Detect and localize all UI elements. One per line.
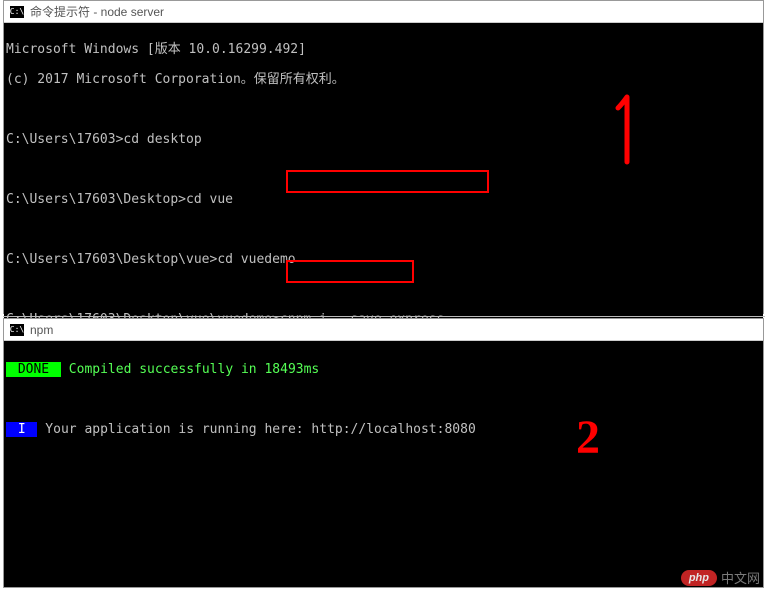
window-separator bbox=[3, 316, 765, 317]
term-line: I Your application is running here: http… bbox=[6, 422, 761, 437]
term-line: C:\Users\17603>cd desktop bbox=[6, 132, 761, 147]
window-title-1: 命令提示符 - node server bbox=[30, 3, 164, 20]
command: cd vuedemo bbox=[217, 252, 295, 267]
titlebar-2[interactable]: C:\ npm bbox=[4, 319, 763, 341]
term-line bbox=[6, 282, 761, 297]
cmd-icon: C:\ bbox=[10, 324, 24, 336]
terminal-output-2[interactable]: DONE Compiled successfully in 18493ms I … bbox=[4, 341, 763, 471]
php-logo: php bbox=[681, 570, 717, 586]
term-line bbox=[6, 102, 761, 117]
cmd-icon: C:\ bbox=[10, 6, 24, 18]
prompt: C:\Users\17603\Desktop> bbox=[6, 192, 186, 207]
term-line: Microsoft Windows [版本 10.0.16299.492] bbox=[6, 42, 761, 57]
done-badge: DONE bbox=[6, 362, 61, 377]
info-msg: Your application is running here: http:/… bbox=[37, 422, 475, 437]
terminal-window-2: C:\ npm DONE Compiled successfully in 18… bbox=[3, 318, 764, 588]
window-title-2: npm bbox=[30, 323, 53, 337]
term-line bbox=[6, 162, 761, 177]
term-line: (c) 2017 Microsoft Corporation。保留所有权利。 bbox=[6, 72, 761, 87]
terminal-window-1: C:\ 命令提示符 - node server Microsoft Window… bbox=[3, 0, 764, 314]
titlebar-1[interactable]: C:\ 命令提示符 - node server bbox=[4, 1, 763, 23]
command: cd desktop bbox=[123, 132, 201, 147]
info-badge: I bbox=[6, 422, 37, 437]
prompt: C:\Users\17603> bbox=[6, 132, 123, 147]
term-line: C:\Users\17603\Desktop\vue>cd vuedemo bbox=[6, 252, 761, 267]
done-msg: Compiled successfully in 18493ms bbox=[61, 362, 319, 377]
prompt: C:\Users\17603\Desktop\vue> bbox=[6, 252, 217, 267]
command: cd vue bbox=[186, 192, 233, 207]
watermark: php 中文网 bbox=[681, 568, 760, 587]
term-line: C:\Users\17603\Desktop>cd vue bbox=[6, 192, 761, 207]
term-line: DONE Compiled successfully in 18493ms bbox=[6, 362, 761, 377]
term-line bbox=[6, 392, 761, 407]
watermark-text: 中文网 bbox=[721, 568, 760, 587]
term-line bbox=[6, 222, 761, 237]
